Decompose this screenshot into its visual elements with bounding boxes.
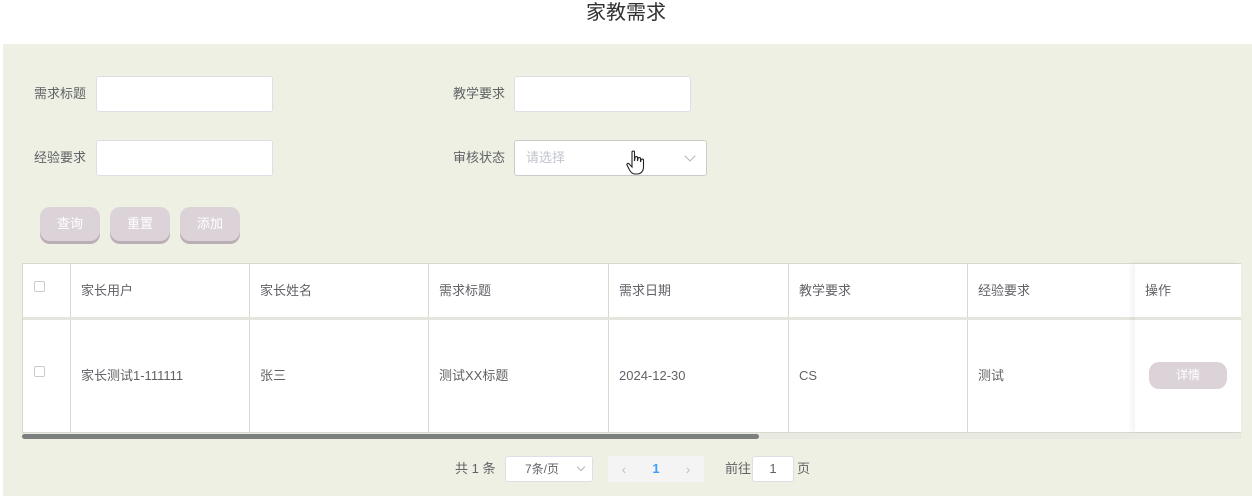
table-header-cell: 教学要求 bbox=[789, 264, 968, 317]
chevron-down-icon bbox=[576, 462, 586, 472]
page-size-value: 7条/页 bbox=[525, 462, 560, 476]
add-button[interactable]: 添加 bbox=[180, 207, 240, 241]
table-header-cell: 操作 bbox=[1135, 264, 1241, 317]
table-header-cell: 家长用户 bbox=[71, 264, 250, 317]
page-title: 家教需求 bbox=[586, 2, 666, 24]
status-filter-label: 审核状态 bbox=[453, 150, 506, 165]
chevron-down-icon bbox=[684, 150, 696, 162]
table-header-select bbox=[23, 264, 71, 317]
status-select-placeholder: 请选择 bbox=[526, 150, 566, 165]
reset-button[interactable]: 重置 bbox=[110, 207, 170, 241]
select-all-checkbox[interactable] bbox=[34, 281, 45, 292]
table-cell: CS bbox=[789, 320, 968, 432]
demand-table: 家长用户 家长姓名 需求标题 需求日期 教学要求 经验要求 家长测试1-1111… bbox=[22, 263, 1241, 433]
title-filter-label: 需求标题 bbox=[34, 86, 87, 101]
table-header-cell: 需求标题 bbox=[429, 264, 609, 317]
detail-button[interactable]: 详情 bbox=[1149, 362, 1227, 389]
operation-column: 操作 详情 bbox=[1135, 264, 1241, 432]
title-filter-input[interactable] bbox=[96, 76, 273, 112]
exp-filter-label: 经验要求 bbox=[34, 150, 87, 165]
prev-page-button[interactable]: ‹ bbox=[608, 456, 640, 482]
teach-filter-input[interactable] bbox=[514, 76, 691, 112]
header-divider bbox=[1135, 317, 1241, 320]
goto-suffix: 页 bbox=[797, 461, 811, 476]
pagination-total: 共 1 条 bbox=[455, 461, 496, 476]
hand-cursor-icon bbox=[626, 150, 645, 175]
table-header-cell: 经验要求 bbox=[968, 264, 1135, 317]
table-header-cell: 家长姓名 bbox=[250, 264, 429, 317]
row-checkbox[interactable] bbox=[34, 366, 45, 377]
goto-prefix: 前往 bbox=[725, 461, 752, 476]
next-page-button[interactable]: › bbox=[672, 456, 704, 482]
table-cell: 测试 bbox=[968, 320, 1135, 432]
table-header-cell: 需求日期 bbox=[609, 264, 789, 317]
page-number-current[interactable]: 1 bbox=[640, 456, 672, 482]
table-cell: 2024-12-30 bbox=[609, 320, 789, 432]
teach-filter-label: 教学要求 bbox=[453, 86, 506, 101]
exp-filter-input[interactable] bbox=[96, 140, 273, 176]
table-cell: 张三 bbox=[250, 320, 429, 432]
page-size-select[interactable]: 7条/页 bbox=[505, 456, 593, 482]
table-cell: 家长测试1-111111 bbox=[71, 320, 250, 432]
table-cell: 测试XX标题 bbox=[429, 320, 609, 432]
status-select[interactable]: 请选择 bbox=[514, 140, 707, 176]
query-button[interactable]: 查询 bbox=[40, 207, 100, 241]
table-cell-select bbox=[23, 320, 71, 432]
goto-page-input[interactable]: 1 bbox=[752, 456, 794, 482]
horizontal-scrollbar-thumb[interactable] bbox=[22, 434, 759, 439]
